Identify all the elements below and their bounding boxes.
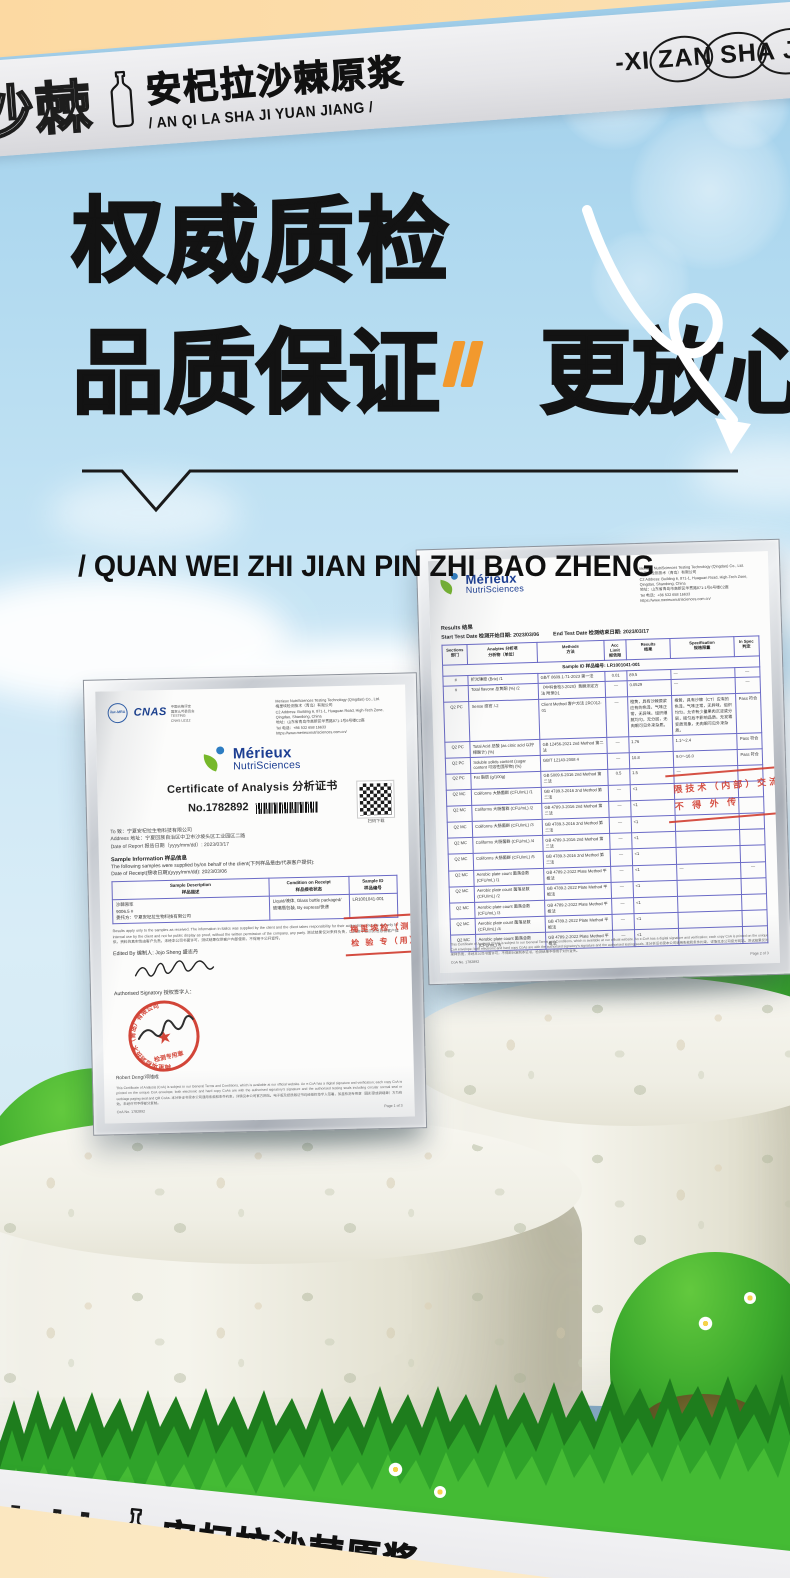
company-round-stamp: 梅里埃检测技术（青岛）有限公司 ★ 检测专用章 [119,992,208,1081]
col-methods: Methods 方法 [537,641,604,663]
qr-code [357,781,394,818]
promo-poster: Mérieux NutriSciences Merieux NutriScien… [0,0,790,1578]
quote-mark-icon [448,310,484,402]
coa-number: CoA No. 1782892 [451,960,479,965]
certificate-frame-left: ilac-MRA CNAS 中国合格评定国家认可委员会TESTINGCNAS L… [83,672,427,1135]
start-test-date: Start Test Date 检测开始日期: 2023/03/06 [441,631,539,641]
page-number: Page 2 of 3 [750,951,769,956]
daisy-flower [698,1316,713,1331]
bottle-icon [105,69,139,129]
headline-line2-part1: 品质保证 [72,323,440,425]
daisy-flower [388,1462,403,1477]
merieux-leaf-icon [203,746,230,775]
col-results: Results 结果 [626,639,671,660]
barcode [255,801,317,813]
cnas-logo: CNAS [133,705,167,722]
col-specification: Specification 规格限量 [670,637,734,659]
col-in-spec: In Spec 判定 [733,636,759,657]
certificate-frame-right: Mérieux NutriSciences Merieux NutriScien… [416,539,790,986]
red-stamp: 限技术（内部）交流不 得 外 传 [665,765,780,823]
watermark-outline-text: 沙棘 [0,61,96,150]
brand-right-mark: -XI ZAN SHA JI- [614,34,790,78]
sample-description-cell: 沙棘原浆9006.5 #委托方：宁夏安杞拉生物科技有限公司 [112,896,269,924]
nutrisciences-wordmark: NutriSciences [233,760,301,773]
col-acc-limit: Acc Limit 报告限 [604,640,627,661]
headline-pinyin: / QUAN WEI ZHI JIAN PIN ZHI BAO ZHENG [78,550,654,584]
editor-signature [131,958,218,984]
cnas-caption: 中国合格评定国家认可委员会TESTINGCNAS L0112 [171,704,195,723]
daisy-flower [744,1292,756,1304]
lab-address-block: Merieux NutriSciences Testing Technology… [639,563,758,604]
col-sample-id: Sample ID 样品编号 [348,876,397,895]
cnas-caption-line: CNAS L0112 [171,718,195,723]
side-red-stamp: 梅里埃检（测）检 验 专（用） [344,913,415,957]
authorised-signatory-line: Authorised Signatory 授权签字人： [114,984,400,998]
daisy-flower [434,1486,446,1498]
certificate-number: No.1782892 [188,800,249,817]
col-analytes: Analytes 分析项 分析物（单位） [467,643,537,665]
nutrisciences-wordmark: NutriSciences [466,584,524,595]
test-report-page: Mérieux NutriSciences Merieux NutriScien… [428,551,780,973]
stamp-caption: 检测专用章 [153,1049,184,1064]
end-test-date: End Test Date 检测结束日期: 2023/03/17 [553,628,649,638]
sample-condition-cell: Liquid/液体, Glass bottle packaged/玻璃瓶包装, … [269,895,349,921]
merieux-logo: Mérieux NutriSciences [108,742,395,776]
coa-number: CoA No. 1782892 [117,1109,145,1115]
ellipse-outline [754,23,790,79]
col-condition: Condition on Receipt 样品接收状态 [269,877,349,897]
qr-caption: 扫码下载 [358,818,394,825]
certificate-page: ilac-MRA CNAS 中国合格评定国家认可委员会TESTINGCNAS L… [95,685,415,1124]
footer-disclaimer: This Certificate of Analysis (CoA) is su… [116,1080,402,1107]
page-number: Page 1 of 3 [384,1104,403,1110]
ilac-mra-logo: ilac-MRA [107,703,127,723]
divider-line [80,468,740,520]
lab-address-block: Merieux NutriSciences Testing Technology… [275,697,394,737]
col-sections: Sections 部门 [442,645,468,666]
arrow-doodle-icon [565,200,780,485]
